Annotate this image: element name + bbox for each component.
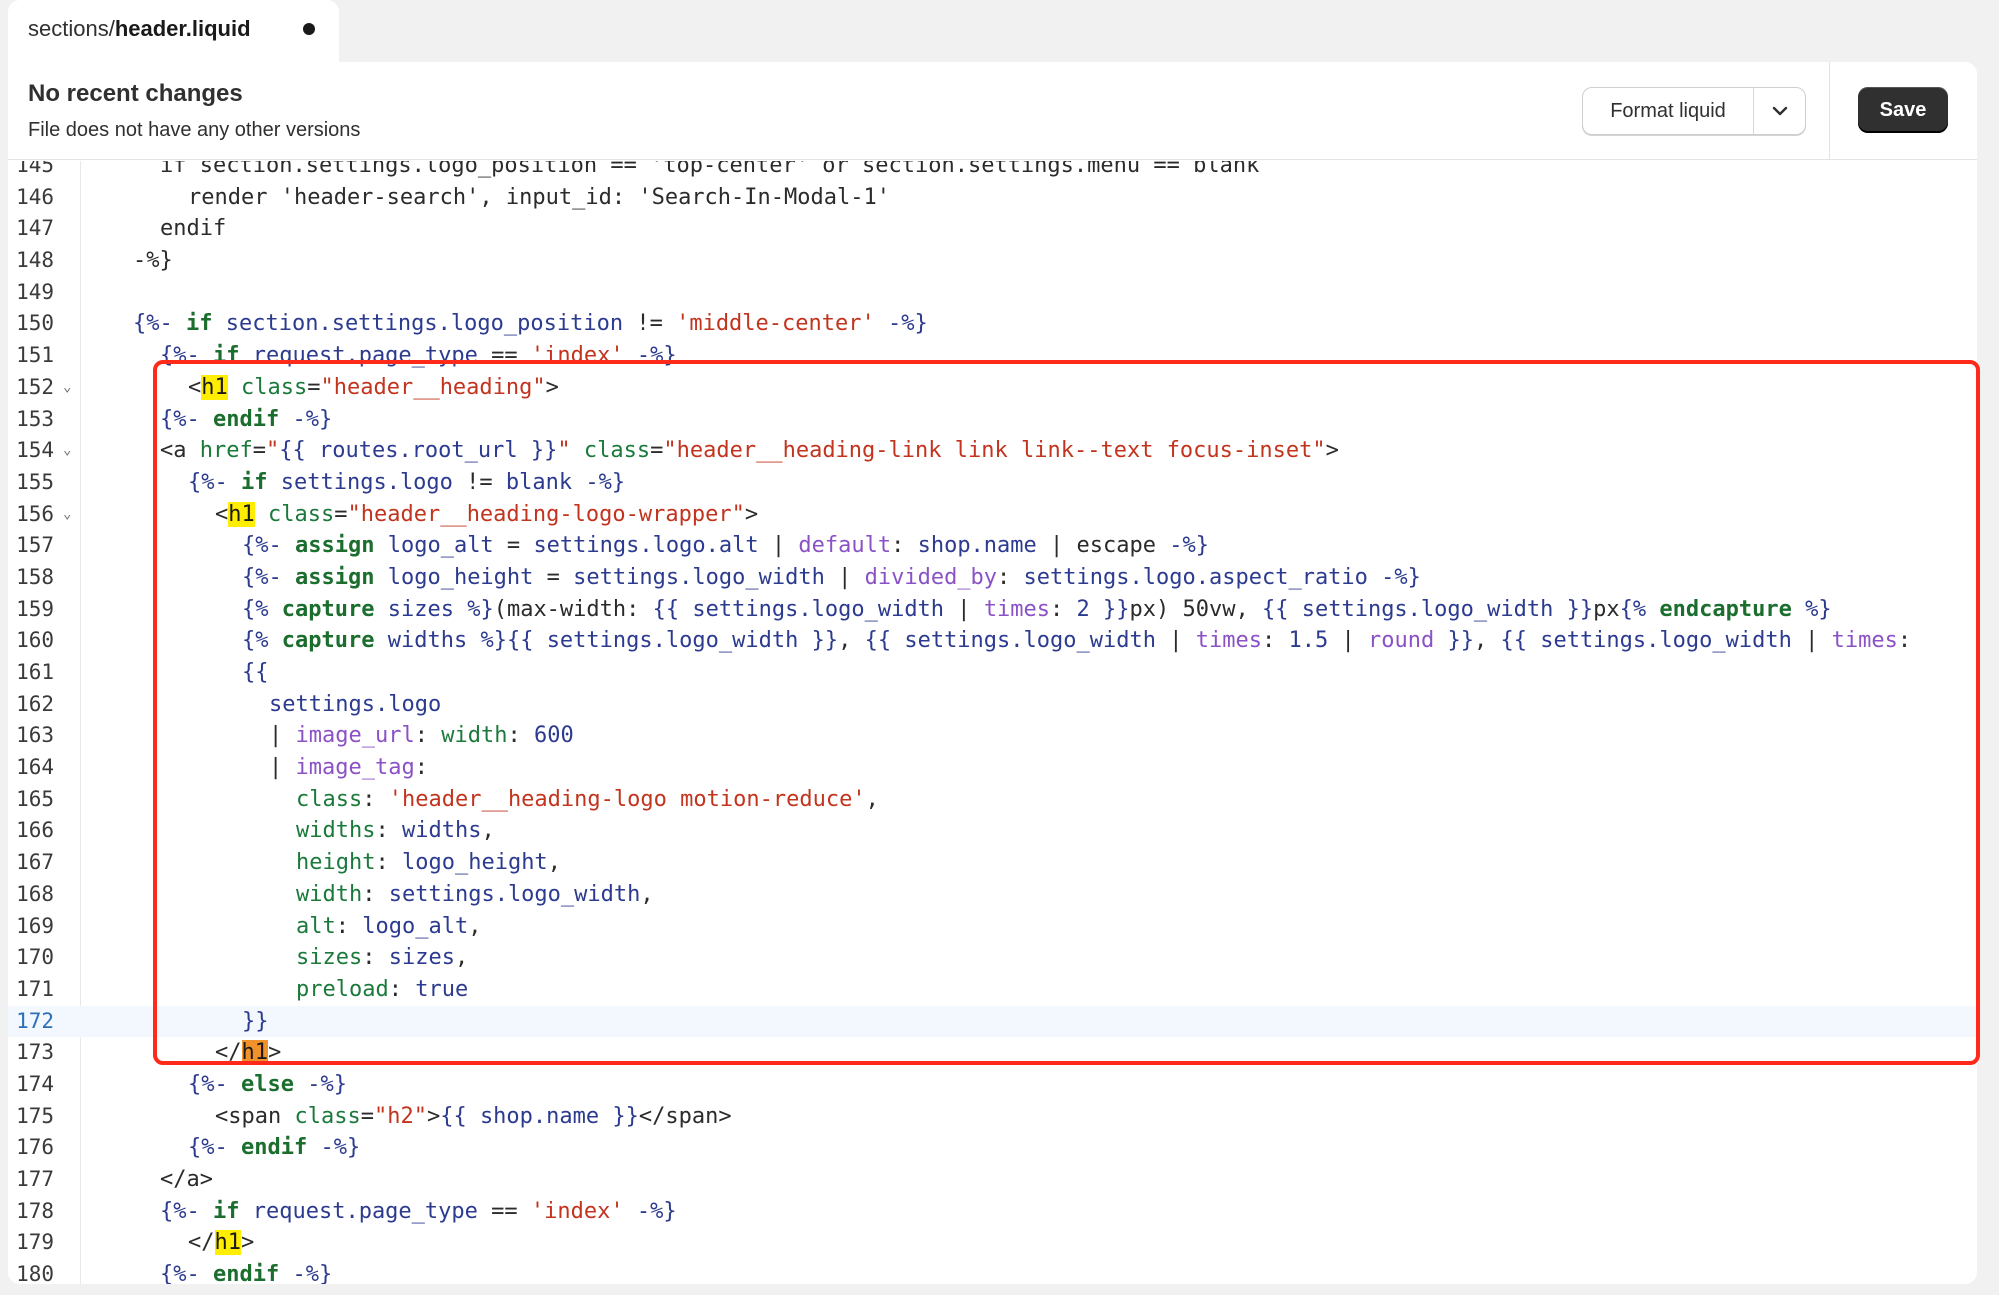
code-line: 173 </h1> xyxy=(8,1037,1977,1069)
code-line: 148 -%} xyxy=(8,245,1977,277)
code-line: 177 </a> xyxy=(8,1164,1977,1196)
code-text: if section.settings.logo_position == 'to… xyxy=(160,161,1260,178)
code-line: 154 ⌄ <a href="{{ routes.root_url }}" clas… xyxy=(8,435,1977,467)
code-line: 174 {%- else -%} xyxy=(8,1069,1977,1101)
fold-chevron-icon[interactable]: ⌄ xyxy=(63,435,71,467)
header-divider xyxy=(1829,62,1830,160)
code-text: {%- if settings.logo != blank -%} xyxy=(188,469,626,495)
code-line: 166 widths: widths, xyxy=(8,815,1977,847)
code-text: <span class="h2">{{ shop.name }}</span> xyxy=(215,1103,732,1129)
code-line: 178 {%- if request.page_type == 'index' -… xyxy=(8,1196,1977,1228)
current-code-line: 172}} xyxy=(8,1005,1977,1038)
code-text: settings.logo xyxy=(269,691,442,717)
code-line: 171 preload: true xyxy=(8,974,1977,1006)
code-text: | image_tag: xyxy=(269,755,428,781)
code-line: 165 class: 'header__heading-logo motion-r… xyxy=(8,784,1977,816)
code-line: 150 {%- if section.settings.logo_position… xyxy=(8,308,1977,340)
code-text: class: 'header__heading-logo motion-redu… xyxy=(296,786,879,812)
code-line: 146 render 'header-search', input_id: 'Se… xyxy=(8,182,1977,214)
format-liquid-button[interactable]: Format liquid xyxy=(1583,88,1753,134)
code-text: {%- else -%} xyxy=(188,1071,347,1097)
tab-path: sections/ xyxy=(28,16,115,41)
code-line: 159 {% capture sizes %}(max-width: {{ set… xyxy=(8,594,1977,626)
code-line: 164 | image_tag: xyxy=(8,752,1977,784)
code-line: 160 {% capture widths %}{{ settings.logo_… xyxy=(8,625,1977,657)
code-text: widths: widths, xyxy=(296,818,495,844)
unsaved-dot-icon xyxy=(303,23,315,35)
code-text: </h1> xyxy=(188,1230,255,1256)
code-line: 158 {%- assign logo_height = settings.log… xyxy=(8,562,1977,594)
code-text: {% capture sizes %}(max-width: {{ settin… xyxy=(242,596,1832,622)
code-text: <h1 class="header__heading-logo-wrapper"… xyxy=(215,501,759,527)
editor-panel: No recent changes File does not have any… xyxy=(8,62,1977,1284)
tab-strip: sections/header.liquid xyxy=(0,0,1999,62)
code-text: {%- assign logo_alt = settings.logo.alt … xyxy=(242,533,1209,559)
code-text: </a> xyxy=(160,1167,213,1192)
code-line: 157 {%- assign logo_alt = settings.logo.a… xyxy=(8,530,1977,562)
code-line: 153 {%- endif -%} xyxy=(8,404,1977,436)
format-options-dropdown[interactable] xyxy=(1754,88,1806,134)
fold-chevron-icon[interactable]: ⌄ xyxy=(63,372,71,404)
code-text: width: settings.logo_width, xyxy=(296,881,654,907)
code-text: {% capture widths %}{{ settings.logo_wid… xyxy=(242,628,1912,654)
code-line: 152 ⌄ <h1 class="header__heading"> xyxy=(8,372,1977,404)
version-title: No recent changes xyxy=(28,80,243,107)
code-text: </h1> xyxy=(215,1040,282,1066)
code-line: 151 {%- if request.page_type == 'index' -… xyxy=(8,340,1977,372)
editor-header: No recent changes File does not have any… xyxy=(8,62,1977,160)
code-text: | image_url: width: 600 xyxy=(269,723,574,749)
code-line: 176 {%- endif -%} xyxy=(8,1132,1977,1164)
fold-chevron-icon[interactable]: ⌄ xyxy=(63,499,71,531)
code-line: 180 {%- endif -%} xyxy=(8,1259,1977,1284)
code-line: 147 endif xyxy=(8,213,1977,245)
code-line: 168 width: settings.logo_width, xyxy=(8,879,1977,911)
version-subtitle: File does not have any other versions xyxy=(28,119,361,141)
code-line: 161{{ xyxy=(8,657,1977,689)
chevron-down-icon xyxy=(1772,106,1788,116)
code-text: preload: true xyxy=(296,976,469,1002)
code-line: 167 height: logo_height, xyxy=(8,847,1977,879)
code-text: render 'header-search', input_id: 'Searc… xyxy=(188,184,890,210)
code-line: 169 alt: logo_alt, xyxy=(8,911,1977,943)
code-text: endif xyxy=(160,216,227,242)
code-editor[interactable]: 145 if section.settings.logo_position == … xyxy=(8,161,1977,1284)
code-line: 156 ⌄ <h1 class="header__heading-logo-wrap… xyxy=(8,499,1977,531)
code-text: {%- if request.page_type == 'index' -%} xyxy=(160,1198,677,1224)
code-text: {%- endif -%} xyxy=(160,406,333,432)
code-line: 179 </h1> xyxy=(8,1227,1977,1259)
format-liquid-button-group: Format liquid xyxy=(1582,87,1806,135)
code-text: {%- if request.page_type == 'index' -%} xyxy=(160,343,677,369)
save-button[interactable]: Save xyxy=(1858,87,1948,133)
code-text: {{ xyxy=(242,660,269,685)
code-line: 155 {%- if settings.logo != blank -%} xyxy=(8,467,1977,499)
code-line: 145 if section.settings.logo_position == … xyxy=(8,161,1977,182)
code-line: 149 xyxy=(16,279,54,304)
code-line: 170 sizes: sizes, xyxy=(8,942,1977,974)
code-line: 162 settings.logo xyxy=(8,689,1977,721)
code-text: {%- endif -%} xyxy=(188,1135,361,1161)
code-line: 163 | image_url: width: 600 xyxy=(8,720,1977,752)
code-line: 175 <span class="h2">{{ shop.name }}</spa… xyxy=(8,1101,1977,1133)
code-text: height: logo_height, xyxy=(296,850,561,876)
code-text: <a href="{{ routes.root_url }}" class="h… xyxy=(160,438,1339,464)
code-text: -%} xyxy=(133,248,173,274)
code-text: alt: logo_alt, xyxy=(296,913,482,939)
code-text: {%- assign logo_height = settings.logo_w… xyxy=(242,564,1421,590)
code-text: }} xyxy=(242,1008,269,1034)
code-lines: 145 if section.settings.logo_position == … xyxy=(8,161,1977,1284)
code-text: {%- if section.settings.logo_position !=… xyxy=(133,311,928,337)
tab-header-liquid[interactable]: sections/header.liquid xyxy=(8,0,339,62)
code-text: sizes: sizes, xyxy=(296,945,469,971)
code-text: {%- endif -%} xyxy=(160,1262,333,1284)
tab-filename: header.liquid xyxy=(114,16,251,41)
code-text: <h1 class="header__heading"> xyxy=(188,374,559,400)
